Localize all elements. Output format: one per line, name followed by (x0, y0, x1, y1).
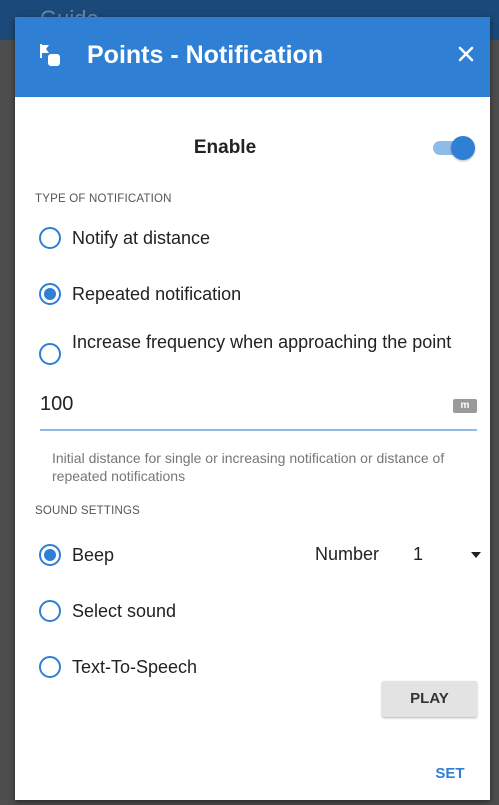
radio-button[interactable] (39, 227, 61, 249)
enable-toggle[interactable] (431, 135, 475, 161)
play-button[interactable]: PLAY (382, 681, 477, 717)
radio-button[interactable] (39, 600, 61, 622)
radio-label: Notify at distance (72, 228, 211, 248)
distance-field: m (40, 389, 477, 431)
radio-button[interactable] (39, 656, 61, 678)
radio-button-checked[interactable] (39, 283, 61, 305)
toggle-thumb (451, 136, 475, 160)
radio-label: Beep (72, 545, 115, 565)
unit-badge: m (453, 399, 477, 413)
points-icon (40, 44, 60, 66)
radio-label: Repeated notification (72, 284, 242, 304)
distance-help-text: Initial distance for single or increasin… (52, 450, 445, 484)
number-value: 1 (413, 544, 424, 564)
chevron-down-icon (471, 552, 481, 558)
radio-label: Select sound (72, 601, 177, 621)
radio-button[interactable] (39, 343, 61, 365)
radio-label: Increase frequency when approaching the … (72, 332, 452, 352)
notification-dialog: Points - Notification Enable TYPE OF NOT… (15, 17, 490, 800)
set-button[interactable]: SET (425, 761, 475, 787)
close-icon[interactable] (455, 43, 477, 65)
enable-label: Enable (193, 137, 257, 158)
dialog-title: Points - Notification (87, 41, 324, 69)
sound-settings-header: SOUND SETTINGS (35, 505, 141, 517)
number-dropdown[interactable]: 1 (405, 542, 485, 568)
radio-button-checked[interactable] (39, 544, 61, 566)
dialog-header: Points - Notification (15, 17, 490, 97)
distance-input[interactable] (40, 393, 420, 416)
type-of-notification-header: TYPE OF NOTIFICATION (35, 193, 172, 205)
radio-label: Text-To-Speech (72, 657, 198, 677)
number-label: Number (315, 544, 380, 564)
